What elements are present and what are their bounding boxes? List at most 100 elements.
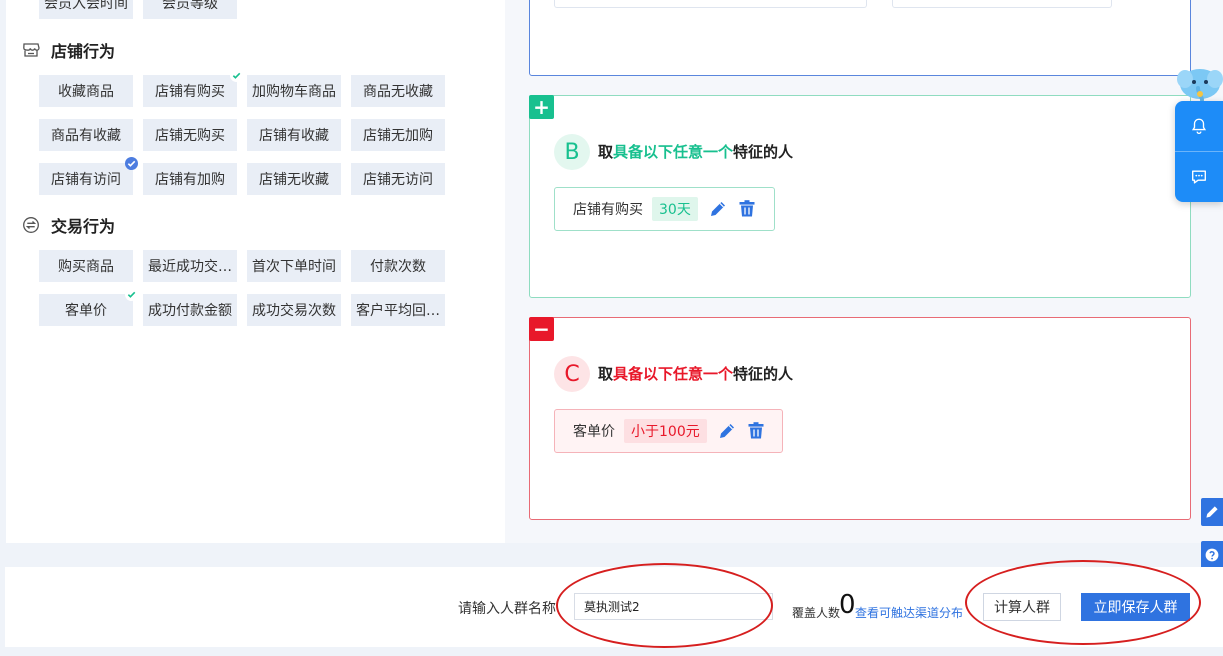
condition-label: 店铺有购买	[573, 202, 643, 218]
edit-pencil-icon[interactable]	[717, 420, 738, 442]
edit-pencil-icon	[1206, 506, 1218, 518]
tag-store-collected[interactable]: 店铺有收藏	[247, 119, 341, 151]
group-letter-badge: B	[554, 134, 590, 170]
tag-label: 收藏商品	[58, 84, 114, 100]
exchange-icon	[22, 216, 40, 234]
store-icon	[22, 41, 40, 59]
tag-purchase-product[interactable]: 购买商品	[39, 250, 133, 282]
tag-label: 商品无收藏	[363, 84, 433, 100]
heading-prefix: 取	[598, 365, 614, 383]
tag-label: 店铺无收藏	[259, 172, 329, 188]
tag-label: 店铺有加购	[155, 172, 225, 188]
group-letter: C	[564, 361, 580, 387]
tag-store-not-visited[interactable]: 店铺无访问	[351, 163, 445, 195]
tag-label: 购买商品	[58, 259, 114, 275]
tag-last-success-trade[interactable]: 最近成功交…	[143, 250, 237, 282]
section-trade-behavior: 交易行为	[22, 213, 115, 237]
help-icon	[1205, 548, 1219, 562]
tag-first-order-time[interactable]: 首次下单时间	[247, 250, 341, 282]
cover-count-value: 0	[839, 590, 856, 620]
section-title-text: 店铺行为	[51, 42, 116, 61]
include-badge[interactable]: +	[529, 95, 554, 119]
selected-check-icon	[230, 69, 243, 82]
selected-check-icon	[125, 157, 138, 170]
condition-value: 小于100元	[624, 419, 707, 443]
selected-check-icon	[125, 288, 138, 301]
group-heading: 取具备以下任意一个特征的人	[598, 141, 793, 162]
message-button[interactable]	[1175, 152, 1223, 202]
tag-label: 付款次数	[370, 259, 426, 275]
group-heading: 取具备以下任意一个特征的人	[598, 363, 793, 384]
tag-label: 首次下单时间	[252, 259, 336, 275]
tag-payment-count[interactable]: 付款次数	[351, 250, 445, 282]
channel-distribution-link[interactable]: 查看可触达渠道分布	[855, 604, 963, 621]
cover-count-label: 覆盖人数	[792, 606, 841, 620]
section-store-behavior: 店铺行为	[22, 38, 115, 62]
tag-label: 加购物车商品	[252, 84, 336, 100]
trash-icon[interactable]	[737, 198, 758, 220]
tag-label: 商品有收藏	[51, 128, 121, 144]
mascot-elephant-icon[interactable]	[1177, 64, 1223, 104]
section-title-text: 交易行为	[51, 217, 116, 236]
group-letter-badge: C	[554, 356, 590, 392]
tag-collect-product[interactable]: 收藏商品	[39, 75, 133, 107]
annotation-ellipse	[556, 563, 773, 648]
tag-store-added[interactable]: 店铺有加购	[143, 163, 237, 195]
chat-icon	[1192, 170, 1206, 184]
condition-card: 客单价 小于100元	[554, 409, 783, 453]
heading-highlight: 具备以下任意一个	[613, 365, 734, 383]
tag-success-trade-count[interactable]: 成功交易次数	[247, 294, 341, 326]
tag-label: 成功付款金额	[148, 303, 232, 319]
condition-value: 30天	[652, 197, 698, 221]
tag-label: 店铺有收藏	[259, 128, 329, 144]
tag-store-not-purchased[interactable]: 店铺无购买	[143, 119, 237, 151]
tag-label: 店铺有购买	[155, 84, 225, 100]
tag-label: 店铺无加购	[363, 128, 433, 144]
tag-label: 店铺无购买	[155, 128, 225, 144]
heading-suffix: 特征的人	[733, 143, 794, 161]
condition-card: 店铺有购买 30天	[554, 187, 775, 231]
tag-label: 客户平均回…	[356, 303, 440, 319]
minus-icon: −	[533, 317, 550, 341]
tag-label: 会员入会时间	[44, 0, 128, 12]
heading-suffix: 特征的人	[733, 365, 794, 383]
annotation-ellipse	[965, 560, 1201, 645]
edit-pencil-icon[interactable]	[708, 198, 729, 220]
condition-label: 客单价	[573, 424, 615, 440]
group-letter: B	[564, 139, 580, 165]
tag-label: 店铺无访问	[363, 172, 433, 188]
tag-member-level[interactable]: 会员等级	[143, 0, 237, 19]
trash-icon[interactable]	[745, 420, 766, 442]
group-a-field[interactable]	[892, 0, 1112, 8]
tag-product-collected[interactable]: 商品有收藏	[39, 119, 133, 151]
tag-add-cart-product[interactable]: 加购物车商品	[247, 75, 341, 107]
tag-label: 会员等级	[162, 0, 218, 12]
tag-customer-avg-return[interactable]: 客户平均回…	[351, 294, 445, 326]
notification-button[interactable]	[1175, 101, 1223, 151]
group-a-box	[529, 0, 1191, 76]
group-b-box: + B 取具备以下任意一个特征的人 店铺有购买 30天	[529, 95, 1191, 298]
group-c-box: − C 取具备以下任意一个特征的人 客单价 小于100元	[529, 317, 1191, 520]
group-a-field[interactable]	[554, 0, 867, 8]
crowd-name-label: 请输入人群名称	[458, 601, 556, 617]
tag-store-purchased[interactable]: 店铺有购买	[143, 75, 237, 107]
side-edit-button[interactable]	[1201, 498, 1223, 526]
tag-success-payment-amount[interactable]: 成功付款金额	[143, 294, 237, 326]
tag-product-not-collected[interactable]: 商品无收藏	[351, 75, 445, 107]
heading-highlight: 具备以下任意一个	[613, 143, 734, 161]
exclude-badge[interactable]: −	[529, 317, 554, 341]
tag-label: 客单价	[65, 303, 107, 319]
tag-avg-order-value[interactable]: 客单价	[39, 294, 133, 326]
plus-icon: +	[533, 95, 550, 119]
bell-icon	[1191, 118, 1207, 135]
tag-store-not-collected[interactable]: 店铺无收藏	[247, 163, 341, 195]
tag-store-not-added[interactable]: 店铺无加购	[351, 119, 445, 151]
heading-prefix: 取	[598, 143, 614, 161]
tag-store-visited[interactable]: 店铺有访问	[39, 163, 133, 195]
floating-toolbar	[1175, 101, 1223, 202]
tag-label: 店铺有访问	[51, 172, 121, 188]
tag-label: 最近成功交…	[148, 259, 232, 275]
tag-label: 成功交易次数	[252, 303, 336, 319]
side-help-button[interactable]	[1201, 541, 1223, 569]
tag-member-join-time[interactable]: 会员入会时间	[39, 0, 133, 19]
